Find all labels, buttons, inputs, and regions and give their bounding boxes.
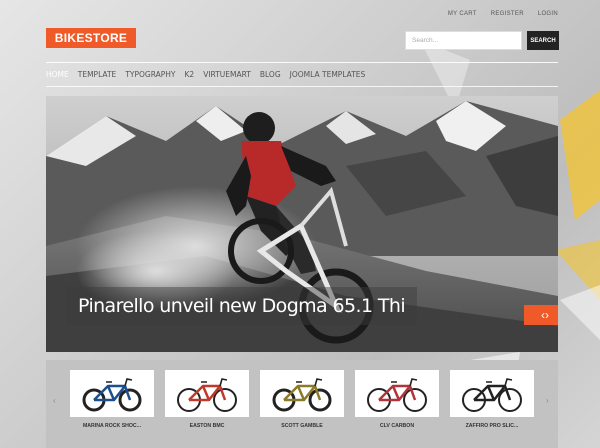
- product-card[interactable]: [70, 370, 154, 417]
- login-link[interactable]: LOGIN: [538, 11, 558, 17]
- product-card[interactable]: [260, 370, 344, 417]
- product-name[interactable]: MARINA ROCK SHOC...: [70, 423, 154, 429]
- product-card[interactable]: [165, 370, 249, 417]
- road-bike-icon: [177, 378, 237, 412]
- nav-item-joomla-templates[interactable]: JOOMLA TEMPLATES: [290, 70, 366, 79]
- mountain-bike-icon: [82, 378, 142, 412]
- product-carousel: ‹ › MARINA ROCK SHOC... EASTON BMC SCOTT G…: [46, 360, 558, 448]
- nav-divider-bottom: [46, 86, 558, 87]
- product-card[interactable]: [450, 370, 534, 417]
- nav-item-typography[interactable]: TYPOGRAPHY: [125, 70, 175, 79]
- register-link[interactable]: REGISTER: [491, 11, 524, 17]
- product-name[interactable]: ZAFFIRO PRO SLIC...: [450, 423, 534, 429]
- product-name[interactable]: EASTON BMC: [165, 423, 249, 429]
- product-card[interactable]: [355, 370, 439, 417]
- chevron-right-icon[interactable]: ›: [546, 396, 549, 405]
- top-links: MY CART REGISTER LOGIN: [448, 11, 558, 17]
- nav-item-home[interactable]: HOME: [46, 70, 69, 79]
- slide-caption[interactable]: Pinarello unveil new Dogma 65.1 Thi: [66, 287, 418, 325]
- nav-item-virtuemart[interactable]: VIRTUEMART: [203, 70, 251, 79]
- main-nav: HOME TEMPLATE TYPOGRAPHY K2 VIRTUEMART B…: [46, 70, 365, 79]
- slider-nav-button[interactable]: ‹›: [524, 305, 558, 325]
- nav-item-blog[interactable]: BLOG: [260, 70, 281, 79]
- my-cart-link[interactable]: MY CART: [448, 11, 477, 17]
- nav-item-k2[interactable]: K2: [185, 70, 195, 79]
- nav-item-template[interactable]: TEMPLATE: [78, 70, 117, 79]
- nav-divider-top: [46, 62, 558, 63]
- product-name[interactable]: CLV CARBON: [355, 423, 439, 429]
- hero-slider[interactable]: Pinarello unveil new Dogma 65.1 Thi ‹›: [46, 96, 558, 352]
- road-bike-icon: [367, 378, 427, 412]
- site-logo[interactable]: BIKESTORE: [46, 28, 136, 48]
- chevron-left-right-icon: ‹›: [541, 308, 549, 322]
- product-name[interactable]: SCOTT GAMBLE: [260, 423, 344, 429]
- mountain-bike-icon: [272, 378, 332, 412]
- search-input[interactable]: [405, 31, 522, 50]
- search-button[interactable]: SEARCH: [527, 31, 559, 50]
- chevron-left-icon[interactable]: ‹: [53, 396, 56, 405]
- road-bike-icon: [462, 378, 522, 412]
- search-form: SEARCH: [405, 31, 559, 50]
